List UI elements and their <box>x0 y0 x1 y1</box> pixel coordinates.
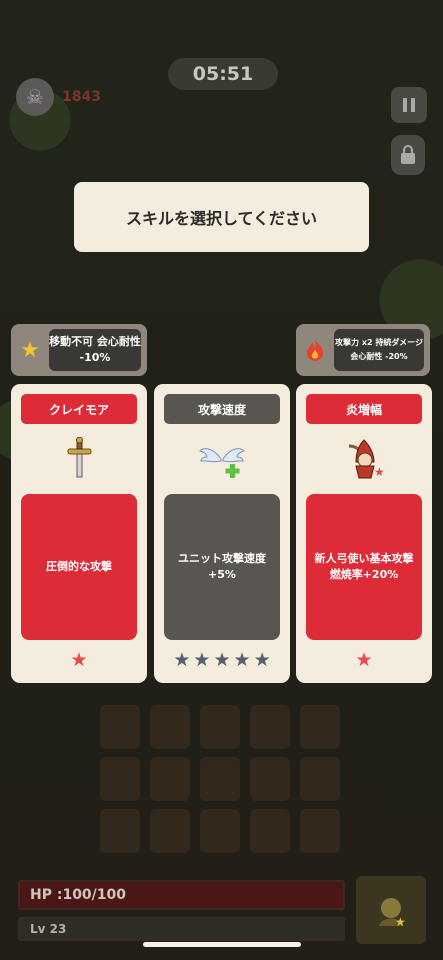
stage-effect-right: 攻撃力 x2 持続ダメージ 会心耐性 -20% <box>296 324 430 376</box>
skill-card-title: 攻撃速度 <box>164 394 280 424</box>
gold-value: 1843 <box>62 89 101 105</box>
skill-card-stars: ★ <box>296 649 432 671</box>
skill-card-title: クレイモア <box>21 394 137 424</box>
star-icon: ★ <box>20 337 40 363</box>
star-icon: ★ <box>70 649 88 671</box>
skill-card-stars: ★ <box>11 649 147 671</box>
fire-icon <box>296 338 334 362</box>
star-icon: ★ <box>173 649 191 671</box>
stage-effect-left-text: 移動不可 会心耐性 -10% <box>49 329 141 371</box>
stage-effect-right-text: 攻撃力 x2 持続ダメージ 会心耐性 -20% <box>334 329 424 371</box>
archer-icon: ★ <box>339 434 389 484</box>
home-indicator <box>143 942 301 947</box>
skill-card-fire-amplify[interactable]: 炎増幅 ★ 新人弓使い基本攻撃燃焼率+20% ★ <box>296 384 432 683</box>
svg-text:★: ★ <box>395 915 406 929</box>
gold-counter: ☠ 1843 <box>16 78 101 116</box>
skill-card-stars: ★ ★ ★ ★ ★ <box>154 649 290 671</box>
hp-bar: HP :100/100 <box>18 880 345 910</box>
skill-card-attack-speed[interactable]: 攻撃速度 ユニット攻撃速度+5% ★ ★ ★ ★ ★ <box>154 384 290 683</box>
stage-effect-left: ★ 移動不可 会心耐性 -10% <box>11 324 147 376</box>
star-icon: ★ <box>213 649 231 671</box>
lock-button[interactable] <box>391 135 425 175</box>
pause-icon <box>403 98 415 112</box>
skill-card-title: 炎増幅 <box>306 394 422 424</box>
star-icon: ★ <box>193 649 211 671</box>
hero-portrait[interactable]: ★ <box>356 876 426 944</box>
pause-button[interactable] <box>391 87 427 123</box>
skill-select-banner: スキルを選択してください <box>74 182 369 252</box>
lock-icon <box>401 145 415 164</box>
stage-timer: 05:51 <box>168 58 278 90</box>
skill-card-claymore[interactable]: クレイモア 圧倒的な攻撃 ★ <box>11 384 147 683</box>
skill-card-description: ユニット攻撃速度+5% <box>164 494 280 640</box>
hero-avatar-icon: ★ <box>379 898 406 929</box>
star-icon: ★ <box>253 649 271 671</box>
skull-icon: ☠ <box>16 78 54 116</box>
sword-icon <box>54 434 104 484</box>
skill-card-description: 圧倒的な攻撃 <box>21 494 137 640</box>
level-bar: Lv 23 <box>18 917 345 941</box>
star-icon: ★ <box>233 649 251 671</box>
wing-plus-icon <box>197 434 247 484</box>
skill-card-description: 新人弓使い基本攻撃燃焼率+20% <box>306 494 422 640</box>
star-icon: ★ <box>355 649 373 671</box>
svg-text:★: ★ <box>374 465 385 479</box>
